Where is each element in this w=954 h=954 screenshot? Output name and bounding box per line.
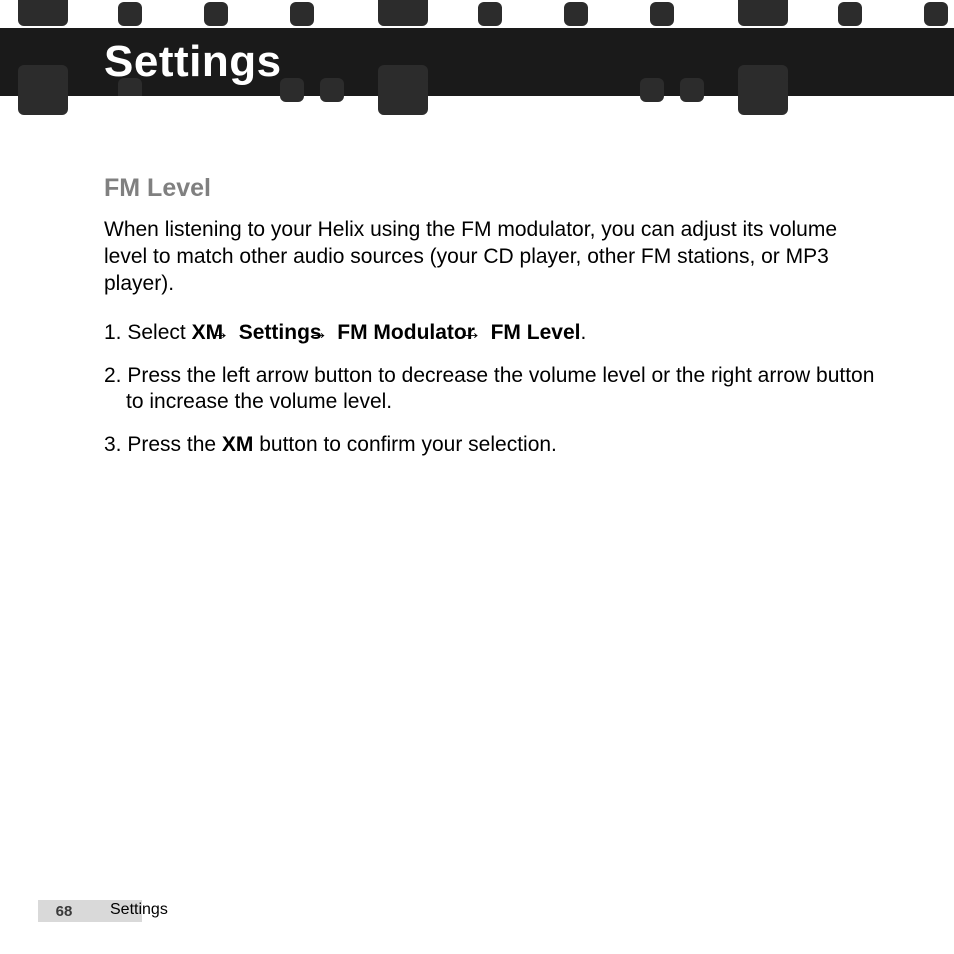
decorative-block	[204, 2, 228, 26]
decorative-block	[378, 78, 428, 96]
step-text: button to confirm your selection.	[253, 433, 557, 456]
arrow-right-icon: →	[327, 320, 331, 347]
step-number: 1.	[104, 321, 127, 344]
step-2: 2. Press the left arrow button to decrea…	[104, 363, 884, 417]
arrow-right-icon: →	[229, 320, 233, 347]
decorative-block	[838, 2, 862, 26]
step-1: 1. Select XM → Settings → FM Modulator →…	[104, 320, 884, 347]
decorative-block	[564, 2, 588, 26]
decorative-block	[18, 0, 68, 26]
page-footer: 68 Settings	[0, 900, 954, 922]
intro-paragraph: When listening to your Helix using the F…	[104, 217, 884, 298]
breadcrumb-item: FM Level	[491, 321, 581, 344]
decorative-block	[650, 2, 674, 26]
step-text: Press the	[127, 433, 222, 456]
arrow-right-icon: →	[481, 320, 485, 347]
decorative-block	[290, 2, 314, 26]
decorative-block	[18, 78, 68, 96]
decorative-block	[478, 2, 502, 26]
step-number: 3.	[104, 433, 127, 456]
page-title: Settings	[104, 28, 282, 96]
step-text: .	[580, 321, 586, 344]
decorative-block	[924, 2, 948, 26]
button-name: XM	[222, 433, 254, 456]
decorative-block	[738, 0, 788, 26]
content-body: FM Level When listening to your Helix us…	[104, 174, 884, 475]
step-3: 3. Press the XM button to confirm your s…	[104, 432, 884, 459]
footer-section-label: Settings	[110, 901, 168, 919]
page-number: 68	[38, 903, 90, 920]
decorative-block	[378, 0, 428, 26]
section-heading: FM Level	[104, 174, 884, 203]
decorative-block	[738, 78, 788, 96]
decorative-block	[118, 2, 142, 26]
breadcrumb-item: FM Modulator	[337, 321, 475, 344]
step-text: Select	[127, 321, 191, 344]
